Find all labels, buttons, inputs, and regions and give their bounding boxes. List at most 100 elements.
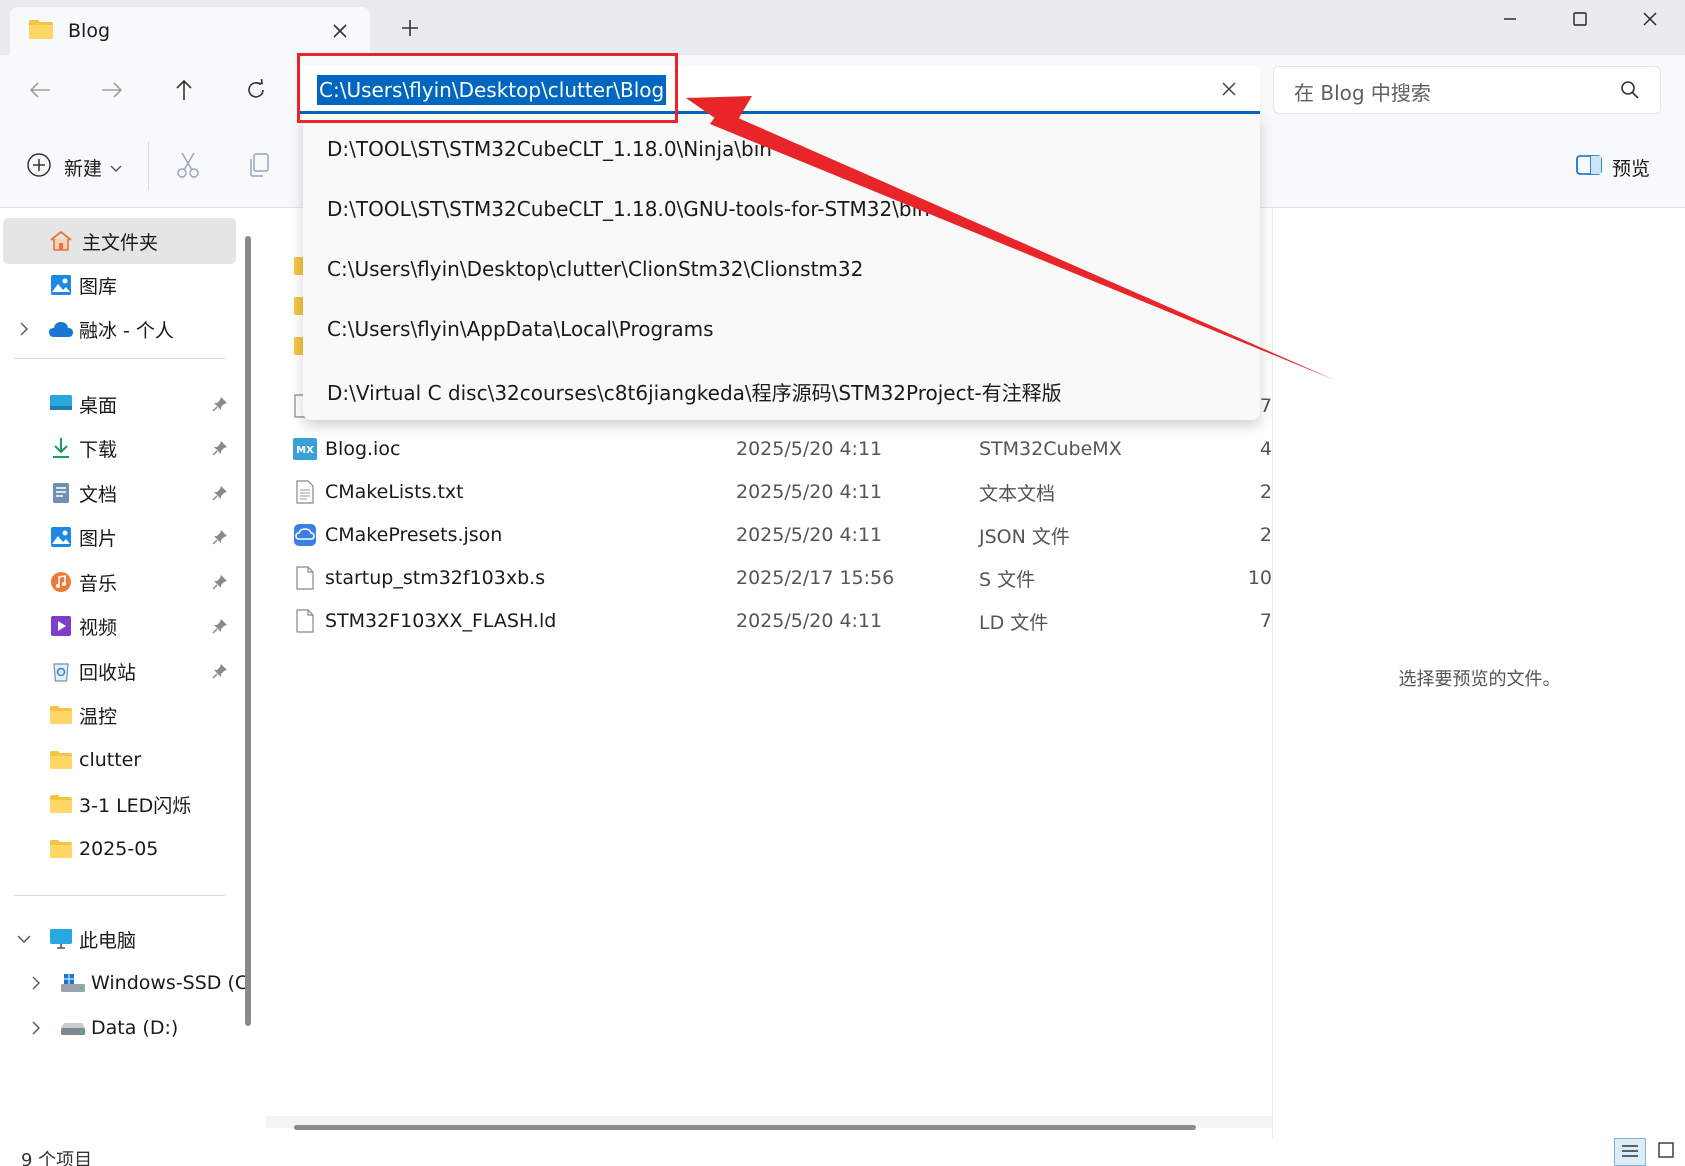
sidebar-item-gallery[interactable]: 图库	[0, 262, 236, 308]
svg-text:MX: MX	[296, 445, 314, 456]
sidebar-item-videos[interactable]: 视频	[0, 603, 236, 649]
file-type: LD 文件	[979, 611, 1049, 634]
sidebar-item-label: 2025-05	[79, 838, 159, 860]
sidebar-item-data-drive[interactable]: Data (D:)	[0, 1005, 236, 1051]
sidebar-item-downloads[interactable]: 下载	[0, 425, 236, 471]
file-type: S 文件	[979, 568, 1036, 591]
sidebar-item-folder[interactable]: 2025-05	[0, 826, 236, 872]
preview-button[interactable]: 预览	[1576, 152, 1650, 182]
chevron-right-icon[interactable]	[16, 321, 32, 337]
chevron-right-icon[interactable]	[28, 975, 44, 991]
folder-icon	[48, 836, 74, 862]
music-icon	[48, 569, 74, 595]
copy-button[interactable]	[244, 152, 274, 182]
table-row[interactable]: CMakePresets.json 2025/5/20 4:11 JSON 文件…	[266, 515, 1272, 555]
folder-icon	[48, 747, 74, 773]
file-icon	[293, 608, 317, 634]
pin-icon[interactable]	[212, 617, 230, 635]
tiles-view-button[interactable]	[1650, 1138, 1682, 1166]
file-name: CMakeLists.txt	[325, 481, 464, 503]
file-type: 文本文档	[979, 482, 1056, 505]
sidebar-item-label: 音乐	[79, 572, 118, 595]
preview-button-label: 预览	[1612, 157, 1651, 180]
horizontal-scrollbar[interactable]	[294, 1125, 1196, 1130]
sidebar-item-windows-drive[interactable]: Windows-SSD (C	[0, 960, 248, 1006]
search-box[interactable]: 在 Blog 中搜索	[1273, 66, 1661, 114]
folder-icon	[28, 18, 54, 45]
tiles-view-icon	[1658, 1141, 1674, 1163]
scissors-icon	[175, 151, 201, 184]
file-size: 4	[1259, 438, 1272, 460]
file-name: Blog.ioc	[325, 438, 401, 460]
refresh-icon	[245, 78, 267, 106]
table-row[interactable]: CMakeLists.txt 2025/5/20 4:11 文本文档 2	[266, 472, 1272, 512]
file-size: 7	[1259, 610, 1272, 632]
cloud-icon	[48, 316, 74, 342]
sidebar-item-home[interactable]: 主文件夹	[3, 218, 236, 264]
desktop-icon	[48, 391, 74, 417]
chevron-down-icon[interactable]	[16, 931, 32, 947]
sidebar-item-label: 主文件夹	[82, 231, 159, 254]
maximize-button[interactable]	[1550, 2, 1610, 36]
sidebar-item-folder[interactable]: 温控	[0, 692, 236, 738]
sidebar-divider	[14, 358, 225, 359]
cut-button[interactable]	[173, 152, 203, 182]
table-row[interactable]: startup_stm32f103xb.s 2025/2/17 15:56 S …	[266, 558, 1272, 598]
suggestion-item[interactable]: D:\TOOL\ST\STM32CubeCLT_1.18.0\Ninja\bin	[327, 137, 772, 161]
suggestion-item[interactable]: C:\Users\flyin\Desktop\clutter\ClionStm3…	[327, 257, 863, 281]
pin-icon[interactable]	[212, 573, 230, 591]
sidebar-item-folder[interactable]: clutter	[0, 737, 236, 783]
sidebar-item-onedrive[interactable]: 融冰 - 个人	[0, 306, 236, 352]
sidebar-item-label: 桌面	[79, 394, 118, 417]
sidebar-item-recycle-bin[interactable]: 回收站	[0, 648, 236, 694]
new-tab-button[interactable]	[395, 14, 425, 44]
clear-address-icon[interactable]	[1216, 76, 1242, 102]
sidebar-item-music[interactable]: 音乐	[0, 559, 236, 605]
new-button[interactable]: 新建	[26, 150, 122, 184]
pin-icon[interactable]	[212, 439, 230, 457]
suggestion-item[interactable]: D:\Virtual C disc\32courses\c8t6jiangked…	[327, 377, 1062, 406]
forward-button[interactable]	[94, 74, 130, 110]
search-input[interactable]: 在 Blog 中搜索	[1294, 77, 1431, 106]
sidebar-item-folder[interactable]: 3-1 LED闪烁	[0, 781, 236, 827]
sidebar-item-this-pc[interactable]: 此电脑	[0, 916, 236, 962]
up-button[interactable]	[166, 74, 202, 110]
minimize-button[interactable]	[1480, 2, 1540, 36]
sidebar-item-label: clutter	[79, 749, 142, 771]
arrow-right-icon	[101, 81, 123, 104]
tab-close-icon[interactable]	[328, 19, 352, 43]
address-input[interactable]: C:\Users\flyin\Desktop\clutter\Blog	[317, 75, 667, 105]
list-view-icon	[1621, 1141, 1639, 1163]
document-icon	[48, 480, 74, 506]
windows-drive-icon	[60, 970, 86, 996]
table-row[interactable]: MX Blog.ioc 2025/5/20 4:11 STM32CubeMX 4	[266, 429, 1272, 469]
chevron-right-icon[interactable]	[28, 1020, 44, 1036]
search-icon[interactable]	[1620, 80, 1640, 105]
details-view-button[interactable]	[1614, 1138, 1646, 1166]
sidebar-item-desktop[interactable]: 桌面	[0, 381, 236, 427]
sidebar-item-label: 回收站	[79, 661, 137, 684]
sidebar-item-documents[interactable]: 文档	[0, 470, 236, 516]
refresh-button[interactable]	[238, 74, 274, 110]
file-icon	[293, 565, 317, 591]
pin-icon[interactable]	[212, 395, 230, 413]
file-size: 2	[1259, 524, 1272, 546]
suggestion-item[interactable]: D:\TOOL\ST\STM32CubeCLT_1.18.0\GNU-tools…	[327, 197, 930, 221]
file-date: 2025/5/20 4:11	[736, 481, 883, 503]
sidebar-scrollbar[interactable]	[245, 236, 251, 1026]
sidebar-item-label: 此电脑	[79, 929, 137, 952]
address-suggestions: D:\TOOL\ST\STM32CubeCLT_1.18.0\Ninja\bin…	[303, 114, 1260, 420]
tab-blog[interactable]: Blog	[10, 7, 370, 55]
file-date: 2025/5/20 4:11	[736, 610, 883, 632]
pin-icon[interactable]	[212, 528, 230, 546]
close-window-button[interactable]	[1620, 2, 1680, 36]
table-row[interactable]: STM32F103XX_FLASH.ld 2025/5/20 4:11 LD 文…	[266, 601, 1272, 641]
status-bar: 9 个项目	[0, 1138, 1685, 1166]
sidebar-item-pictures[interactable]: 图片	[0, 514, 236, 560]
computer-icon	[48, 926, 74, 952]
pin-icon[interactable]	[212, 662, 230, 680]
pin-icon[interactable]	[212, 484, 230, 502]
address-bar[interactable]: C:\Users\flyin\Desktop\clutter\Blog	[300, 66, 1260, 114]
suggestion-item[interactable]: C:\Users\flyin\AppData\Local\Programs	[327, 317, 714, 341]
back-button[interactable]	[22, 74, 58, 110]
